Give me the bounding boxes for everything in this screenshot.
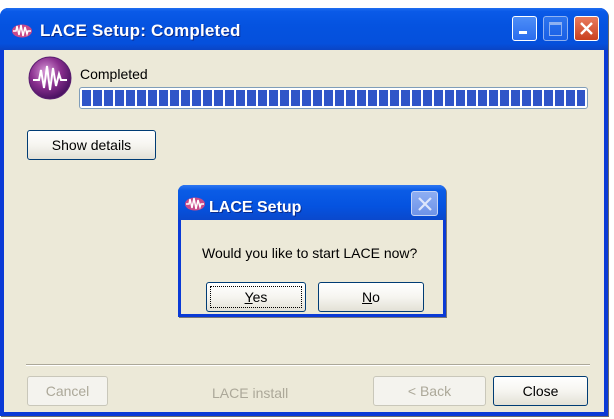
footer-label: LACE install (212, 385, 289, 401)
close-setup-button[interactable]: Close (493, 376, 588, 406)
cancel-button: Cancel (27, 376, 108, 406)
window-titlebar[interactable]: LACE Setup: Completed (0, 8, 608, 50)
window-title: LACE Setup: Completed (40, 21, 241, 40)
lace-app-icon (28, 56, 72, 100)
yes-button[interactable]: Yes (206, 282, 306, 312)
lace-logo-icon (185, 197, 205, 211)
cancel-label: Cancel (45, 383, 90, 399)
yes-label: Yes (207, 289, 305, 305)
dialog-title: LACE Setup (209, 199, 302, 216)
show-details-label: Show details (51, 137, 132, 153)
show-details-button[interactable]: Show details (27, 130, 156, 160)
maximize-button (543, 16, 568, 41)
no-label: No (319, 289, 423, 305)
close-button[interactable] (574, 16, 599, 41)
footer-separator (26, 364, 590, 366)
back-label: < Back (407, 383, 452, 399)
no-mnemonic: N (362, 289, 373, 305)
yes-label-rest: es (252, 289, 268, 305)
progress-bar (79, 87, 588, 109)
lace-logo-icon (12, 24, 32, 38)
no-label-rest: o (372, 289, 380, 305)
progress-bar-fill (82, 90, 585, 106)
status-label: Completed (80, 66, 148, 82)
close-icon (580, 22, 593, 35)
yes-mnemonic: Y (244, 289, 253, 305)
dialog-message: Would you like to start LACE now? (202, 245, 418, 261)
dialog-close-button (411, 191, 438, 216)
minimize-button[interactable] (512, 16, 537, 41)
close-icon (418, 197, 432, 211)
dialog-titlebar[interactable]: LACE Setup (178, 185, 446, 220)
back-button: < Back (373, 376, 486, 406)
no-button[interactable]: No (318, 282, 424, 312)
close-label: Close (522, 383, 559, 399)
